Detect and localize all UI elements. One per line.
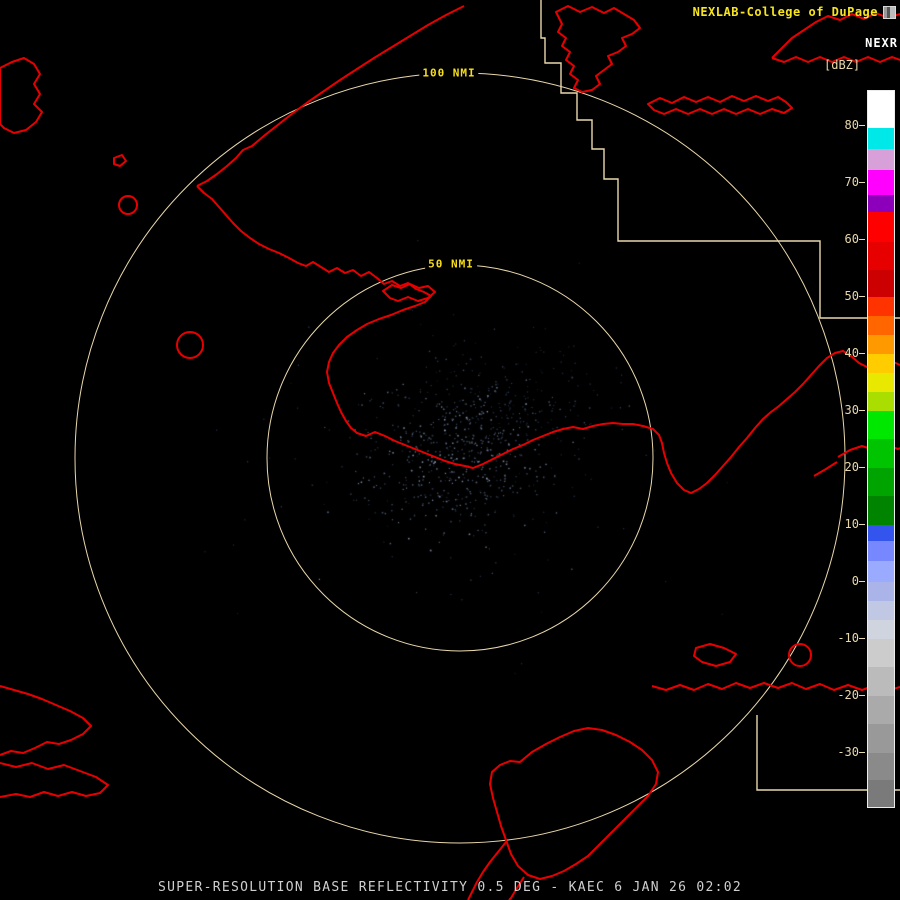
colorbar-tick-label: 70: [817, 175, 859, 189]
header: NEXLAB-College of DuPage: [693, 5, 896, 19]
colorbar-segment: [868, 780, 894, 807]
range-ring: [267, 265, 653, 651]
colorbar-segment: [868, 195, 894, 212]
colorbar-tick-mark: [859, 182, 865, 183]
colorbar-tick-label: 80: [817, 118, 859, 132]
colorbar-segment: [868, 170, 894, 195]
colorbar-tick-label: 30: [817, 403, 859, 417]
colorbar-segment: [868, 354, 894, 373]
colorbar-tick-label: 20: [817, 460, 859, 474]
lake-outline: [177, 332, 203, 358]
shoreline-outline: [652, 683, 900, 690]
colorbar-tick-label: 10: [817, 517, 859, 531]
range-ring-label-50nmi: 50 NMI: [425, 258, 477, 271]
lake-outline: [119, 196, 137, 214]
colorbar-segment: [868, 724, 894, 753]
colorbar-segment: [868, 392, 894, 411]
colorbar-tick-mark: [859, 467, 865, 468]
colorbar-segment: [868, 541, 894, 561]
colorbar-segment: [868, 525, 894, 541]
colorbar-segment: [868, 639, 894, 667]
colorbar-segment: [868, 373, 894, 392]
colorbar-segment: [868, 468, 894, 496]
colorbar-segment: [868, 496, 894, 525]
colorbar-segment: [868, 601, 894, 620]
colorbar-tick-mark: [859, 524, 865, 525]
shoreline-outline: [114, 155, 126, 166]
colorbar-tick-mark: [859, 239, 865, 240]
range-ring-label-100nmi: 100 NMI: [419, 67, 478, 80]
colorbar-tick-label: -20: [817, 688, 859, 702]
county-boundary-line: [541, 0, 900, 318]
colorbar-tick-mark: [859, 353, 865, 354]
shoreline-outline: [694, 644, 736, 666]
colorbar-segment: [868, 411, 894, 439]
site-title: NEXLAB-College of DuPage: [693, 5, 878, 19]
colorbar-tick-label: -10: [817, 631, 859, 645]
dbz-unit-label: [dBZ]: [824, 58, 860, 72]
colorbar-tick-label: 50: [817, 289, 859, 303]
college-logo-icon: [883, 6, 896, 19]
shoreline-outline: [556, 6, 640, 92]
reflectivity-colorbar: [867, 90, 895, 808]
radar-display: 100 NMI 50 NMI NEXLAB-College of DuPage …: [0, 0, 900, 900]
colorbar-tick-mark: [859, 296, 865, 297]
colorbar-tick-mark: [859, 410, 865, 411]
colorbar-segment: [868, 667, 894, 696]
map-overlay: [0, 0, 900, 900]
colorbar-tick-label: 0: [817, 574, 859, 588]
shoreline-outline: [197, 6, 464, 186]
colorbar-segment: [868, 620, 894, 639]
colorbar-tick-mark: [859, 695, 865, 696]
shoreline-outline: [383, 284, 435, 301]
shoreline-outline: [490, 728, 658, 879]
shoreline-outline: [197, 186, 900, 493]
lake-outline: [789, 644, 811, 666]
colorbar-segment: [868, 696, 894, 724]
colorbar-segment: [868, 316, 894, 335]
colorbar-segment: [868, 753, 894, 780]
colorbar-tick-mark: [859, 638, 865, 639]
shoreline-outline: [0, 686, 91, 755]
colorbar-segment: [868, 242, 894, 270]
product-label: NEXR: [865, 36, 898, 50]
colorbar-segment: [868, 582, 894, 601]
shoreline-outline: [648, 96, 792, 114]
colorbar-segments: [868, 91, 894, 807]
colorbar-segment: [868, 91, 894, 128]
colorbar-segment: [868, 212, 894, 242]
colorbar-tick-mark: [859, 581, 865, 582]
colorbar-tick-label: 60: [817, 232, 859, 246]
colorbar-segment: [868, 128, 894, 149]
colorbar-segment: [868, 439, 894, 468]
colorbar-segment: [868, 335, 894, 354]
shoreline-outline: [0, 763, 108, 797]
shoreline-outline: [0, 58, 42, 133]
colorbar-segment: [868, 561, 894, 582]
colorbar-tick-mark: [859, 752, 865, 753]
colorbar-segment: [868, 270, 894, 297]
colorbar-segment: [868, 149, 894, 170]
colorbar-tick-mark: [859, 125, 865, 126]
product-caption: SUPER-RESOLUTION BASE REFLECTIVITY 0.5 D…: [0, 880, 900, 895]
colorbar-tick-label: 40: [817, 346, 859, 360]
colorbar-tick-label: -30: [817, 745, 859, 759]
colorbar-segment: [868, 297, 894, 316]
